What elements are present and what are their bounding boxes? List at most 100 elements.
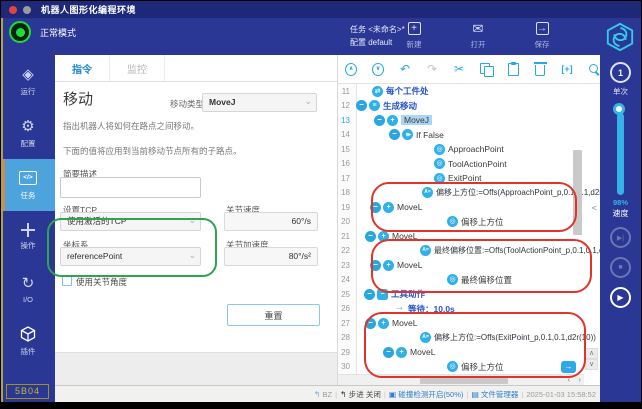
joint-speed-input[interactable]: 60°/s (224, 212, 318, 231)
tree-row-label: 生成移动 (383, 100, 417, 112)
sidebar-item-task[interactable]: </>任务 (1, 159, 55, 211)
move-type-select[interactable]: MoveJ ⌄ (202, 93, 317, 112)
tcp-select[interactable]: 使用激活的TCP ⌄ (60, 212, 201, 231)
tree-row[interactable]: 23−+MoveL (338, 258, 600, 273)
tree-row-label: MoveL (392, 318, 418, 328)
status-item[interactable]: 文件管理器 (481, 389, 519, 400)
status-separator: | (521, 390, 523, 399)
expander-icon[interactable]: − (365, 318, 376, 329)
delete-icon[interactable] (534, 62, 546, 77)
sidebar-item-config[interactable]: ⚙配置 (1, 107, 55, 159)
reset-button[interactable]: 重置 (227, 304, 320, 326)
tree-row[interactable]: 20−◎偏移上方位 (338, 215, 600, 230)
expand-all-icon[interactable]: ∨ (372, 62, 384, 77)
status-separator: | (335, 390, 337, 399)
expander-icon[interactable]: − (389, 129, 400, 140)
scrollbar-thumb[interactable] (420, 377, 508, 384)
scroll-left-right-buttons[interactable]: ‹ › (567, 375, 584, 384)
tree-row[interactable]: 19−+MoveL (338, 200, 600, 215)
status-item[interactable]: 2025-01-03 15:58:52 (526, 390, 596, 399)
tree-row[interactable]: 13−+MoveJ (338, 113, 600, 128)
expander-icon[interactable]: − (356, 100, 367, 111)
expander-icon[interactable]: − (365, 231, 376, 242)
tree-row-label: If False (416, 130, 444, 140)
tree-row-label: MoveL (397, 202, 423, 212)
sidebar-item-io[interactable]: ↻I/O (1, 263, 55, 315)
use-joint-angle-checkbox[interactable] (62, 276, 72, 286)
cut-icon[interactable]: ✂ (453, 62, 465, 77)
goto-icon[interactable]: → (561, 361, 576, 373)
tree-row[interactable]: 25−−工具动作 (338, 287, 600, 302)
tree-row[interactable]: 12−≡生成移动 (338, 99, 600, 114)
sidebar-item-label: 插件 (21, 346, 36, 357)
tree-row[interactable]: 26−→等待：10.0s (338, 302, 600, 317)
tree-row[interactable]: 14−⋔If False (338, 128, 600, 143)
line-number: 22 (338, 246, 354, 255)
stop-button[interactable]: ■ (610, 257, 631, 278)
speed-slider-knob[interactable] (613, 103, 625, 115)
save-icon: → (536, 20, 549, 37)
status-item[interactable]: 步进 关闭 (349, 389, 381, 400)
step-button[interactable]: ▶| (610, 227, 631, 248)
tree-row[interactable]: 22−A=最终偏移位置:=Offs(ToolActionPoint_p,0.1,… (338, 244, 600, 259)
copy-icon[interactable] (480, 62, 492, 77)
tree-row[interactable]: 11−⇄每个工件处 (338, 84, 600, 99)
tab-monitor[interactable]: 监控 (110, 55, 165, 81)
tree-row[interactable]: 24−◎最终偏移位置 (338, 273, 600, 288)
redo-icon[interactable]: ↷ (426, 62, 438, 77)
collision-icon: ▣ (389, 390, 397, 399)
description-line-1: 指出机器人将如何在路点之间移动。 (63, 120, 199, 132)
sidebar-item-run[interactable]: ◈运行 (1, 55, 55, 107)
sidebar-item-operate[interactable]: 操作 (1, 211, 55, 263)
tree-row[interactable]: 28−A=偏移上方位:=Offs(ExitPoint_p,0.1,0.1,d2r… (338, 331, 600, 346)
expander-icon[interactable]: − (374, 115, 385, 126)
tree-row[interactable]: 21−+MoveL (338, 229, 600, 244)
waypoint-icon: ◎ (447, 216, 458, 227)
tree-row[interactable]: 29−+MoveL (338, 345, 600, 360)
expander-icon[interactable]: − (383, 347, 394, 358)
tree-row-label: 偏移上方位:=Offs(ExitPoint_p,0.1,0.1,d2r(10)) (434, 332, 596, 343)
status-item[interactable]: BZ (323, 390, 333, 399)
sidebar-item-plugin[interactable]: 插件 (1, 315, 55, 367)
panel-collapse-handle[interactable]: < (592, 203, 597, 213)
window-title: 机器人图形化编程环境 (41, 3, 136, 16)
open-button[interactable]: ✉打开 (460, 20, 496, 50)
tree-row[interactable]: 18−A=偏移上方位:=Offs(ApproachPoint_p,0.1,0.1… (338, 186, 600, 201)
new-button[interactable]: +新建 (396, 20, 432, 50)
tab-instruction[interactable]: 指令 (55, 55, 110, 81)
joint-accel-input[interactable]: 80°/s² (224, 247, 318, 266)
brief-desc-input[interactable] (60, 177, 201, 198)
tree-row[interactable]: 17−◎ExitPoint (338, 171, 600, 186)
single-cycle-icon[interactable]: 1 (610, 62, 631, 83)
save-button-label: 保存 (535, 39, 550, 50)
expander-icon[interactable]: − (364, 289, 375, 300)
play-button[interactable]: ▶ (610, 287, 631, 308)
tree-row[interactable]: 16−◎ToolActionPoint (338, 157, 600, 172)
close-window-icon[interactable] (9, 6, 17, 14)
expander-icon[interactable]: − (370, 202, 381, 213)
frame-select[interactable]: referencePoint ⌄ (60, 247, 201, 266)
search-icon[interactable] (588, 62, 600, 77)
speed-slider-track[interactable] (617, 113, 624, 195)
undo-icon[interactable]: ↶ (399, 62, 411, 77)
tree-row[interactable]: 15−◎ApproachPoint (338, 142, 600, 157)
tree-horizontal-scrollbar[interactable] (338, 374, 584, 385)
status-bar: ↰BZ|↰步进 关闭|▣碰撞检测开启(50%)|▤文件管理器|2025-01-0… (55, 385, 600, 402)
title-bar: 机器人图形化编程环境 (1, 1, 641, 18)
scroll-down-button[interactable]: ∨ (585, 359, 598, 370)
tree-row[interactable]: 27−+MoveL (338, 316, 600, 331)
line-number: 20 (338, 217, 354, 226)
collapse-all-icon[interactable]: ∧ (345, 62, 357, 77)
tree-row-label: 工具动作 (391, 288, 425, 300)
insert-icon[interactable]: [+] (561, 62, 573, 77)
status-item[interactable]: 碰撞检测开启(50%) (398, 389, 463, 400)
paste-icon[interactable] (507, 62, 519, 77)
move-icon: + (383, 202, 394, 213)
save-button[interactable]: → 保存 (524, 20, 560, 50)
expander-icon[interactable]: − (370, 260, 381, 271)
scroll-up-button[interactable]: ∧ (585, 348, 598, 359)
minimize-window-icon[interactable] (23, 6, 31, 14)
waypoint-icon: ◎ (434, 158, 445, 169)
tree-vertical-scrollbar[interactable] (573, 150, 582, 235)
tree-row[interactable]: 30−◎偏移上方位→ (338, 360, 600, 375)
